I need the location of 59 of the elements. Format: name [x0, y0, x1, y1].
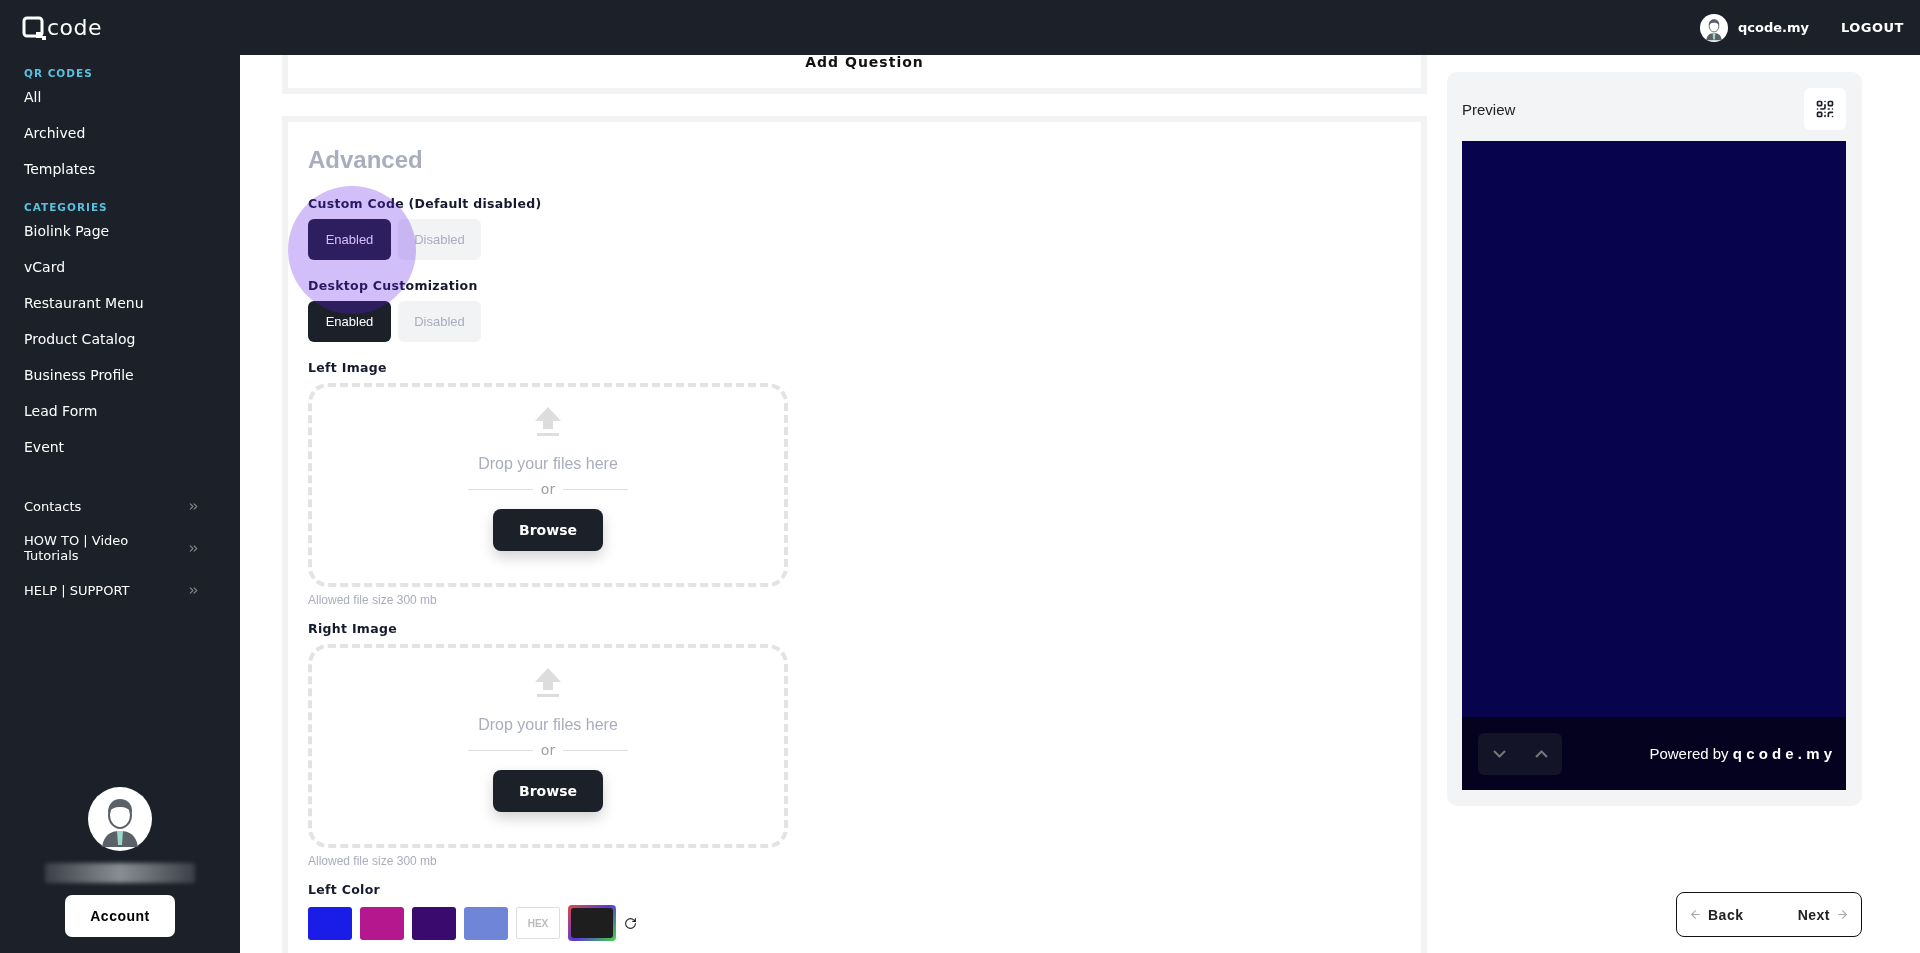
browse-button[interactable]: Browse [493, 509, 603, 551]
logout-link[interactable]: LOGOUT [1840, 20, 1904, 35]
add-question-button[interactable]: Add Question [805, 55, 924, 70]
sidebar-item[interactable]: All [24, 87, 240, 123]
toggle-option[interactable]: Enabled [308, 301, 391, 342]
drop-text: Drop your files here [478, 455, 618, 473]
username: qcode.my [1737, 20, 1809, 35]
qr-code-icon [1815, 99, 1835, 119]
color-picker[interactable] [568, 905, 616, 941]
chevron-up-icon [1534, 749, 1548, 758]
or-text: or [540, 481, 556, 497]
arrow-right-icon [1836, 908, 1849, 921]
account-button[interactable]: Account [65, 895, 175, 937]
sidebar-item[interactable]: Archived [24, 123, 240, 159]
section-heading: CATEGORIES [24, 201, 109, 213]
powered-by-text: Powered by q c o d e . m y [1649, 745, 1832, 762]
sidebar-item[interactable]: HELP | SUPPORT [24, 569, 240, 611]
section-heading: QR CODES [24, 67, 94, 79]
sidebar-item[interactable]: Business Profile [24, 365, 240, 401]
file-size-note: Allowed file size 300 mb [308, 593, 438, 607]
toggle-option[interactable]: Enabled [308, 219, 391, 260]
field-label: Custom Code (Default disabled) [308, 196, 543, 211]
color-swatch[interactable] [412, 906, 456, 940]
browse-button[interactable]: Browse [493, 770, 603, 812]
upload-icon [533, 405, 563, 437]
sidebar-item[interactable]: Event [24, 437, 240, 473]
section-title: Advanced [308, 146, 424, 174]
back-button[interactable]: Back [1689, 906, 1744, 923]
avatar-icon [1699, 13, 1728, 42]
logo-icon [22, 15, 46, 40]
field-label: Left Image [308, 360, 388, 375]
reset-icon[interactable] [624, 916, 637, 930]
field-label: Right Image [308, 621, 398, 636]
next-button[interactable]: Next [1797, 906, 1849, 923]
sidebar-item[interactable]: Templates [24, 159, 240, 195]
drop-text: Drop your files here [478, 716, 618, 734]
sidebar-item[interactable]: Lead Form [24, 401, 240, 437]
color-swatch[interactable] [308, 906, 352, 940]
chevron-down-icon [1492, 749, 1506, 758]
color-swatch[interactable] [360, 906, 404, 940]
field-label: Left Color [308, 882, 381, 897]
file-size-note: Allowed file size 300 mb [308, 854, 438, 868]
sidebar-item[interactable]: Contacts [24, 485, 240, 527]
sidebar-item[interactable]: Restaurant Menu [24, 293, 240, 329]
arrow-left-icon [1689, 908, 1702, 921]
avatar-icon [88, 787, 152, 851]
sidebar-item[interactable]: Biolink Page [24, 221, 240, 257]
qr-code-button[interactable] [1804, 88, 1846, 130]
sidebar-item[interactable]: vCard [24, 257, 240, 293]
preview-title: Preview [1462, 100, 1516, 118]
sidebar-item[interactable]: Product Catalog [24, 329, 240, 365]
logo-text: code [47, 15, 103, 40]
drop-zone[interactable]: Drop your files here or Browse [308, 644, 788, 848]
or-text: or [540, 742, 556, 758]
field-label: Desktop Customization [308, 278, 479, 293]
upload-icon [533, 666, 563, 698]
color-swatch[interactable] [464, 906, 508, 940]
drop-zone[interactable]: Drop your files here or Browse [308, 383, 788, 587]
sidebar-item[interactable]: HOW TO | Video Tutorials [24, 527, 240, 569]
